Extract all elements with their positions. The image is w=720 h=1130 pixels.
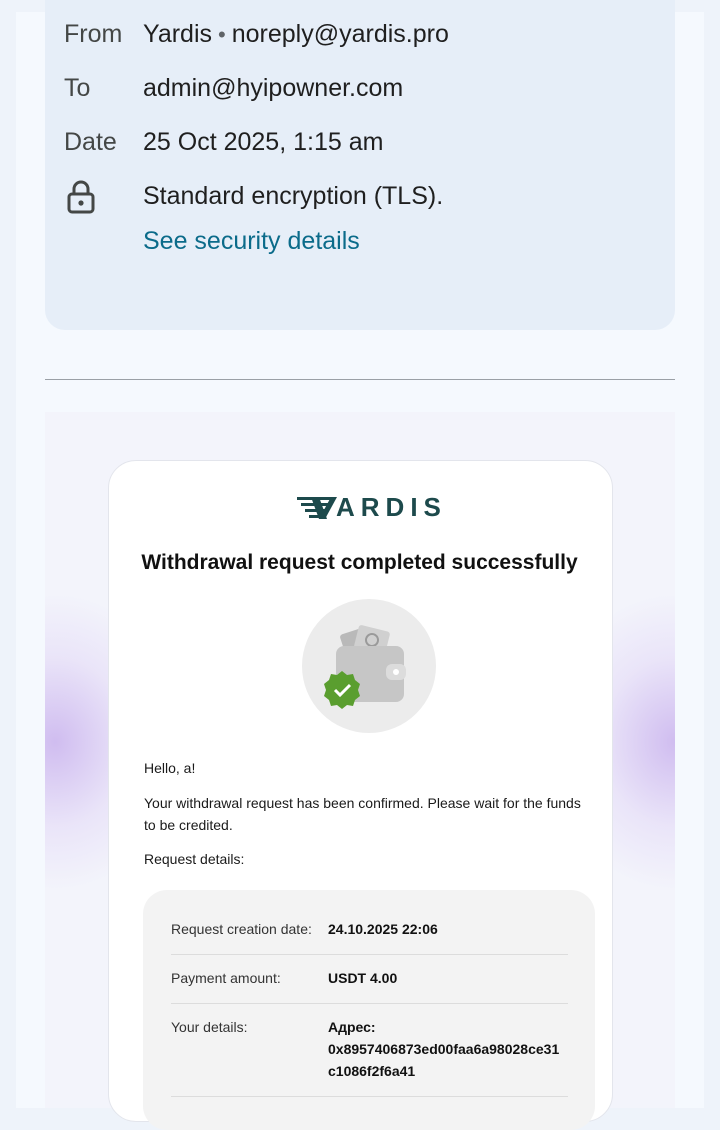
details-value-address-2[interactable]: c1086f2f6a41 <box>328 1060 578 1082</box>
sender-email: noreply@yardis.pro <box>231 20 449 48</box>
separator-dot: • <box>218 22 226 47</box>
encryption-text: Standard encryption (TLS). <box>143 182 444 210</box>
details-value-address-1[interactable]: 0x8957406873ed00faa6a98028ce31 <box>328 1038 578 1060</box>
details-separator <box>171 1003 568 1004</box>
sender-name: Yardis <box>143 20 213 48</box>
details-label-your-details: Your details: <box>171 1019 248 1035</box>
greeting: Hello, a! <box>144 760 196 776</box>
body-line-1: Your withdrawal request has been confirm… <box>144 795 581 811</box>
details-heading: Request details: <box>144 851 245 867</box>
to-label: To <box>64 74 91 102</box>
details-value-amount: USDT 4.00 <box>328 970 398 986</box>
wallet-check-icon <box>324 625 406 709</box>
details-separator <box>171 1096 568 1097</box>
sender-line[interactable]: Yardis • noreply@yardis.pro <box>143 18 449 51</box>
details-label-amount: Payment amount: <box>171 970 281 986</box>
details-value-date: 24.10.2025 22:06 <box>328 921 438 937</box>
lock-icon <box>67 180 95 214</box>
logo-text: ARDIS <box>336 492 447 522</box>
divider <box>45 379 675 380</box>
date-value: 25 Oct 2025, 1:15 am <box>143 128 384 156</box>
details-separator <box>171 954 568 955</box>
date-label: Date <box>64 128 117 156</box>
details-label-date: Request creation date: <box>171 921 312 937</box>
email-title: Withdrawal request completed successfull… <box>141 551 578 574</box>
from-label: From <box>64 20 123 48</box>
security-details-link[interactable]: See security details <box>143 225 360 257</box>
details-value-address-label: Адрес: <box>328 1019 376 1035</box>
recipient-email[interactable]: admin@hyipowner.com <box>143 72 403 104</box>
body-line-2: to be credited. <box>144 817 233 833</box>
